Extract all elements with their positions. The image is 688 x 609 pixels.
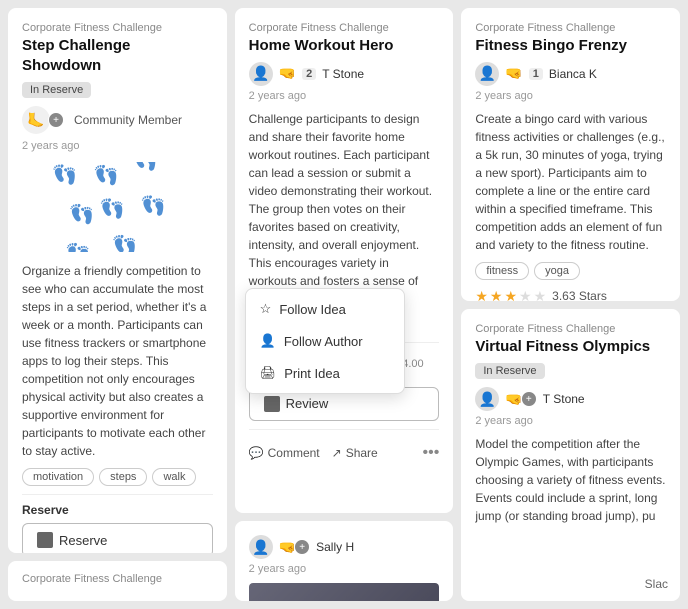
review-label: Review <box>286 396 329 411</box>
avatar-preview: 👤 <box>249 535 273 559</box>
timestamp: 2 years ago <box>475 415 666 427</box>
reserve-label: Reserve <box>59 533 107 548</box>
card-title: Home Workout Hero <box>249 36 440 56</box>
printer-icon: 🖨 <box>260 365 277 381</box>
user-count: 1 <box>529 68 543 80</box>
tag-motivation[interactable]: motivation <box>22 468 94 486</box>
status-badge: In Reserve <box>475 363 544 379</box>
share-button[interactable]: ↗ Share <box>332 446 378 460</box>
column-2: Corporate Fitness Challenge Home Workout… <box>235 8 454 601</box>
column-3: Corporate Fitness Challenge Fitness Bing… <box>461 8 680 601</box>
image-placeholder: 🏃‍♂️🏃‍♀️🏋️ <box>249 583 440 601</box>
card-category: Corporate Fitness Challenge <box>475 22 666 34</box>
card-category: Corporate Fitness Challenge <box>22 22 213 34</box>
avatar: 👤 <box>249 62 273 86</box>
star-5: ★ <box>534 288 547 301</box>
plus-icon: + <box>521 391 537 407</box>
comment-icon: 💬 <box>249 446 264 460</box>
community-row: 🦶 + Community Member <box>22 106 213 134</box>
card-virtual-fitness-olympics: Corporate Fitness Challenge Virtual Fitn… <box>461 309 680 602</box>
timestamp: 2 years ago <box>249 90 440 102</box>
share-label: Share <box>346 446 378 460</box>
card-category: Corporate Fitness Challenge <box>475 323 666 335</box>
star-2: ★ <box>490 288 503 301</box>
user-count: 2 <box>302 68 316 80</box>
star-3: ★ <box>504 288 517 301</box>
card-preview-col2: 👤 🤜 + Sally H 2 years ago 🏃‍♂️🏃‍♀️🏋️ <box>235 521 454 601</box>
card-category: Corporate Fitness Challenge <box>249 22 440 34</box>
card-description: Challenge participants to design and sha… <box>249 110 440 308</box>
comment-label: Comment <box>268 446 320 460</box>
divider <box>22 494 213 495</box>
avatar: 👤 <box>475 62 499 86</box>
star-rating: ★ ★ ★ ★ ★ 3.63 Stars <box>475 288 666 301</box>
user-name: T Stone <box>543 392 585 406</box>
user-row-preview: 👤 🤜 + Sally H <box>249 535 440 559</box>
tag-fitness[interactable]: fitness <box>475 262 529 280</box>
dropdown-print-idea[interactable]: 🖨 Print Idea <box>246 357 404 389</box>
tag-steps[interactable]: steps <box>99 468 147 486</box>
plus-icon: + <box>48 112 64 128</box>
user-row: 👤 🤜 2 T Stone <box>249 62 440 86</box>
card-step-challenge: Corporate Fitness Challenge Step Challen… <box>8 8 227 553</box>
community-label: Community Member <box>74 113 182 127</box>
timestamp: 2 years ago <box>22 140 213 152</box>
card-title: Fitness Bingo Frenzy <box>475 36 666 56</box>
star-4: ★ <box>519 288 532 301</box>
review-icon <box>264 396 280 412</box>
reserve-icon <box>37 532 53 548</box>
star-icon: ☆ <box>260 301 272 317</box>
tags: motivation steps walk <box>22 468 213 486</box>
comment-button[interactable]: 💬 Comment <box>249 446 320 460</box>
tag-yoga[interactable]: yoga <box>534 262 580 280</box>
footprints-image: 👣 👣 👣 👣 👣 👣 👣 👣 <box>22 162 213 252</box>
timestamp-preview: 2 years ago <box>249 563 440 575</box>
card-title: Virtual Fitness Olympics <box>475 337 666 357</box>
avatar: 🦶 <box>22 106 50 134</box>
user-name-preview: Sally H <box>316 540 354 554</box>
card-truncated-col1: Corporate Fitness Challenge <box>8 561 227 601</box>
tag-walk[interactable]: walk <box>152 468 196 486</box>
person-icon: 👤 <box>260 333 276 349</box>
plus-icon: + <box>294 539 310 555</box>
follow-idea-label: Follow Idea <box>279 302 345 317</box>
user-row: 👤 🤜 1 Bianca K <box>475 62 666 86</box>
card-fitness-bingo: Corporate Fitness Challenge Fitness Bing… <box>461 8 680 301</box>
truncation-indicator: Slac <box>641 575 672 593</box>
status-badge: In Reserve <box>22 82 91 98</box>
truncated-category: Corporate Fitness Challenge <box>22 573 213 585</box>
user-name: T Stone <box>322 67 364 81</box>
share-icon: ↗ <box>332 446 342 460</box>
dropdown-follow-idea[interactable]: ☆ Follow Idea <box>246 293 404 325</box>
card-title: Step Challenge Showdown <box>22 36 213 75</box>
more-button[interactable]: ••• <box>423 444 440 462</box>
print-idea-label: Print Idea <box>284 366 340 381</box>
reserve-button[interactable]: Reserve <box>22 523 213 553</box>
divider-2 <box>249 429 440 430</box>
dropdown-menu: ☆ Follow Idea 👤 Follow Author 🖨 Print Id… <box>245 288 405 394</box>
star-1: ★ <box>475 288 488 301</box>
avatar: 👤 <box>475 387 499 411</box>
reserve-section-label: Reserve <box>22 503 213 517</box>
user-row: 👤 🤜 + T Stone <box>475 387 666 411</box>
bottom-actions: 💬 Comment ↗ Share ••• <box>249 438 440 462</box>
card-home-workout: Corporate Fitness Challenge Home Workout… <box>235 8 454 513</box>
user-name: Bianca K <box>549 67 597 81</box>
follow-author-label: Follow Author <box>284 334 363 349</box>
star-count: 3.63 Stars <box>552 289 607 301</box>
card-description: Model the competition after the Olympic … <box>475 435 666 525</box>
dropdown-follow-author[interactable]: 👤 Follow Author <box>246 325 404 357</box>
tags: fitness yoga <box>475 262 666 280</box>
card-description: Create a bingo card with various fitness… <box>475 110 666 254</box>
card-description: Organize a friendly competition to see w… <box>22 262 213 460</box>
column-1: Corporate Fitness Challenge Step Challen… <box>8 8 227 601</box>
timestamp: 2 years ago <box>475 90 666 102</box>
